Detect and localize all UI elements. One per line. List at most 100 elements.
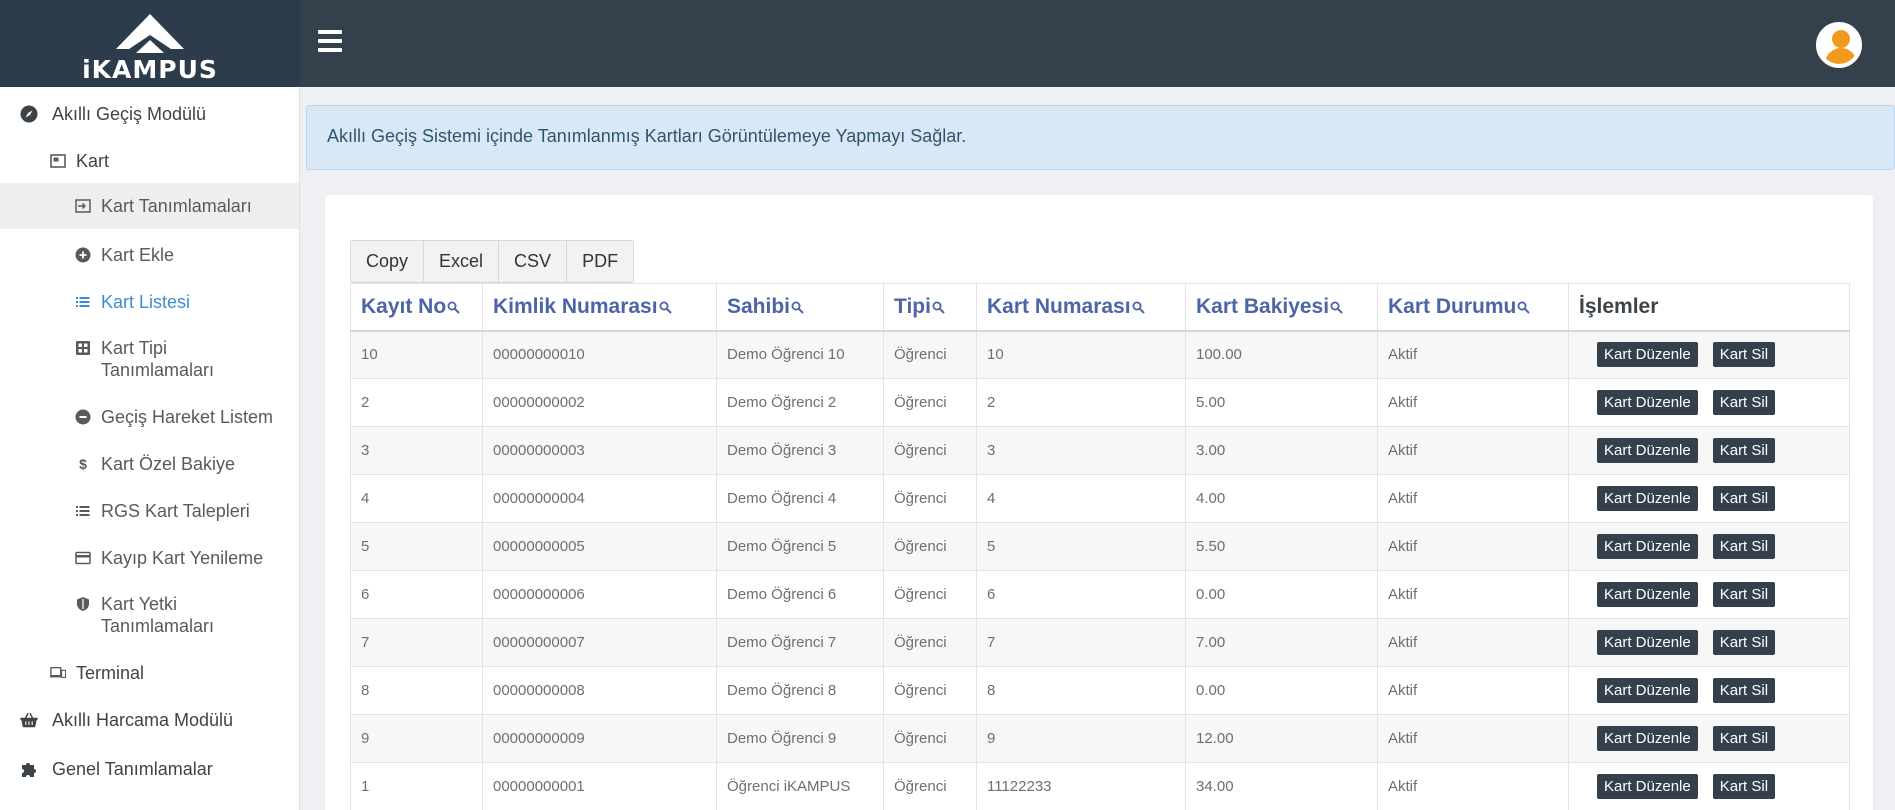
sidebar-item-kart-ekle[interactable]: Kart Ekle <box>0 244 299 266</box>
table-cell: Demo Öğrenci 6 <box>716 570 884 619</box>
sidebar-item-kart-tipi[interactable]: Kart Tipi Tanımlamaları <box>0 337 299 381</box>
table-row: 9 00000000009 Demo Öğrenci 9 Öğrenci 9 12.00 A… <box>350 714 1850 763</box>
excel-button[interactable]: Excel <box>423 240 500 283</box>
sidebar-item-gecis-hareket[interactable]: Geçiş Hareket Listem <box>0 406 299 428</box>
delete-card-button[interactable]: Kart Sil <box>1712 630 1776 655</box>
sidebar-item-label: Kart Yetki Tanımlamaları <box>101 594 215 636</box>
sidebar-item-akilli-gecis[interactable]: Akıllı Geçiş Modülü <box>0 103 299 125</box>
edit-card-button[interactable]: Kart Düzenle <box>1597 774 1698 799</box>
column-header-kart-numarasi[interactable]: Kart Numarası <box>976 283 1186 332</box>
edit-card-button[interactable]: Kart Düzenle <box>1597 534 1698 559</box>
delete-card-button[interactable]: Kart Sil <box>1712 678 1776 703</box>
sidebar-item-kayip-kart[interactable]: Kayıp Kart Yenileme <box>0 547 299 569</box>
edit-card-button[interactable]: Kart Düzenle <box>1597 390 1698 415</box>
table-row: 8 00000000008 Demo Öğrenci 8 Öğrenci 8 0.00 Ak… <box>350 666 1850 715</box>
delete-card-button[interactable]: Kart Sil <box>1712 390 1776 415</box>
table-cell-actions: Kart Düzenle Kart Sil <box>1568 714 1850 763</box>
table-cell: Öğrenci <box>883 378 977 427</box>
column-header-tipi[interactable]: Tipi <box>883 283 977 332</box>
table-cell: 4 <box>350 474 483 523</box>
table-cell: Aktif <box>1377 474 1569 523</box>
column-header-sahibi[interactable]: Sahibi <box>716 283 884 332</box>
sidebar: Akıllı Geçiş Modülü Kart Kart Tanımlamal… <box>0 87 300 810</box>
table-cell: Öğrenci iKAMPUS <box>716 762 884 810</box>
table-body: 10 00000000010 Demo Öğrenci 10 Öğrenci 10 100… <box>350 330 1850 810</box>
sidebar-item-kart-yetki[interactable]: Kart Yetki Tanımlamaları <box>0 593 299 637</box>
info-alert: Akıllı Geçiş Sistemi içinde Tanımlanmış … <box>306 105 1895 170</box>
edit-card-button[interactable]: Kart Düzenle <box>1597 726 1698 751</box>
table-row: 10 00000000010 Demo Öğrenci 10 Öğrenci 10 100… <box>350 330 1850 379</box>
sidebar-item-label: Kart Ekle <box>101 245 175 265</box>
table-cell: 2 <box>350 378 483 427</box>
table-cell: 5.50 <box>1185 522 1378 571</box>
sidebar-item-rgs-kart[interactable]: RGS Kart Talepleri <box>0 500 299 522</box>
table-cell: 34.00 <box>1185 762 1378 810</box>
table-cell: 3 <box>350 426 483 475</box>
minus-circle-icon <box>75 409 91 425</box>
search-icon <box>932 301 945 314</box>
sidebar-item-label: Geçiş Hareket Listem <box>101 407 274 427</box>
delete-card-button[interactable]: Kart Sil <box>1712 342 1776 368</box>
edit-card-button[interactable]: Kart Düzenle <box>1597 630 1698 655</box>
edit-card-button[interactable]: Kart Düzenle <box>1597 342 1698 368</box>
table-row: 6 00000000006 Demo Öğrenci 6 Öğrenci 6 0.00 Ak… <box>350 570 1850 619</box>
delete-card-button[interactable]: Kart Sil <box>1712 438 1776 463</box>
table-row: 7 00000000007 Demo Öğrenci 7 Öğrenci 7 7.00 Ak… <box>350 618 1850 667</box>
copy-button[interactable]: Copy <box>350 240 425 283</box>
table-header-row: Kayıt No Kimlik Numarası Sahibi Tipi Kar… <box>350 283 1850 332</box>
sidebar-item-label: Terminal <box>76 663 145 683</box>
table-cell: Öğrenci <box>883 522 977 571</box>
plus-circle-icon <box>75 247 91 263</box>
delete-card-button[interactable]: Kart Sil <box>1712 726 1776 751</box>
column-header-kart-bakiyesi[interactable]: Kart Bakiyesi <box>1185 283 1378 332</box>
sidebar-item-akilli-harcama[interactable]: Akıllı Harcama Modülü <box>0 709 299 731</box>
table-cell: 3.00 <box>1185 426 1378 475</box>
sidebar-item-kart-ozel-bakiye[interactable]: $ Kart Özel Bakiye <box>0 453 299 475</box>
table-cell: Demo Öğrenci 4 <box>716 474 884 523</box>
table-cell-actions: Kart Düzenle Kart Sil <box>1568 570 1850 619</box>
delete-card-button[interactable]: Kart Sil <box>1712 582 1776 607</box>
sidebar-item-terminal[interactable]: Terminal <box>0 662 299 684</box>
table-cell: 9 <box>350 714 483 763</box>
sidebar-item-genel-tanimlamalar[interactable]: Genel Tanımlamalar <box>0 758 299 780</box>
pdf-button[interactable]: PDF <box>566 240 635 283</box>
column-header-kayit-no[interactable]: Kayıt No <box>350 283 483 332</box>
edit-card-button[interactable]: Kart Düzenle <box>1597 582 1698 607</box>
info-alert-text: Akıllı Geçiş Sistemi içinde Tanımlanmış … <box>327 126 967 146</box>
sidebar-item-kart-listesi[interactable]: Kart Listesi <box>0 291 299 313</box>
table-cell: Aktif <box>1377 714 1569 763</box>
menu-toggle-icon[interactable] <box>318 30 342 52</box>
edit-card-button[interactable]: Kart Düzenle <box>1597 438 1698 463</box>
table-cell: Öğrenci <box>883 618 977 667</box>
delete-card-button[interactable]: Kart Sil <box>1712 486 1776 511</box>
table-cell: 10 <box>350 330 483 379</box>
sidebar-item-kart[interactable]: Kart <box>0 150 299 172</box>
search-icon <box>1330 301 1343 314</box>
devices-icon <box>50 665 66 681</box>
table-cell-actions: Kart Düzenle Kart Sil <box>1568 762 1850 810</box>
credit-card-icon <box>75 550 91 566</box>
table-cell-actions: Kart Düzenle Kart Sil <box>1568 666 1850 715</box>
column-header-kimlik-numarasi[interactable]: Kimlik Numarası <box>482 283 717 332</box>
user-avatar[interactable] <box>1816 22 1862 68</box>
table-cell: 00000000009 <box>482 714 717 763</box>
sidebar-item-label: RGS Kart Talepleri <box>101 501 250 521</box>
table-cell: 100.00 <box>1185 330 1378 379</box>
sidebar-item-kart-tanimlamalari[interactable]: Kart Tanımlamaları <box>0 183 299 229</box>
mountain-logo-icon <box>116 14 184 53</box>
sidebar-item-label: Genel Tanımlamalar <box>52 759 213 779</box>
edit-card-button[interactable]: Kart Düzenle <box>1597 486 1698 511</box>
sidebar-item-label: Kayıp Kart Yenileme <box>101 548 264 568</box>
dollar-icon: $ <box>79 456 87 472</box>
table-cell: 3 <box>976 426 1186 475</box>
delete-card-button[interactable]: Kart Sil <box>1712 534 1776 559</box>
delete-card-button[interactable]: Kart Sil <box>1712 774 1776 799</box>
csv-button[interactable]: CSV <box>498 240 568 283</box>
sidebar-item-label: Akıllı Harcama Modülü <box>52 710 234 730</box>
edit-card-button[interactable]: Kart Düzenle <box>1597 678 1698 703</box>
sidebar-item-label: Kart Özel Bakiye <box>101 454 236 474</box>
column-header-kart-durumu[interactable]: Kart Durumu <box>1377 283 1569 332</box>
brand-logo[interactable]: iKAMPUS <box>0 0 300 87</box>
table-cell: 4 <box>976 474 1186 523</box>
table-cell: Öğrenci <box>883 762 977 810</box>
